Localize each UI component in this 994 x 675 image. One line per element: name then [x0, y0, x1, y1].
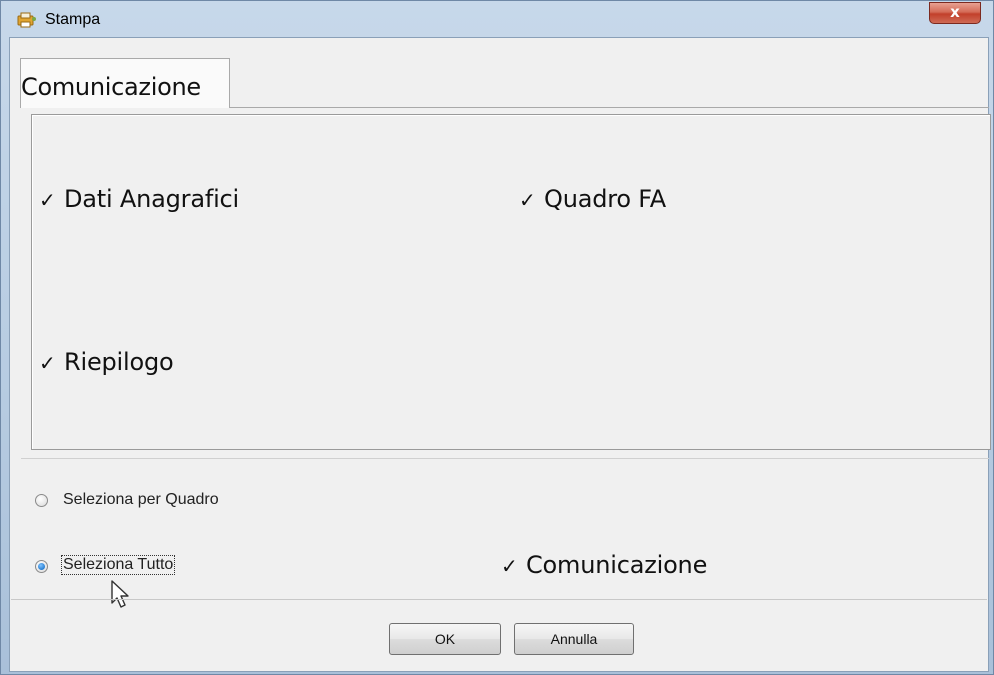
button-bar-divider	[11, 599, 987, 600]
mouse-cursor-icon	[111, 580, 129, 608]
checkbox-quadro-fa[interactable]: ✓ Quadro FA	[519, 185, 666, 213]
title-bar[interactable]: Stampa x	[1, 1, 994, 37]
check-icon: ✓	[39, 351, 56, 375]
checkbox-dati-anagrafici[interactable]: ✓ Dati Anagrafici	[39, 185, 239, 213]
checkbox-panel	[31, 114, 991, 450]
radio-seleziona-per-quadro-label: Seleziona per Quadro	[63, 491, 219, 508]
cancel-button[interactable]: Annulla	[514, 623, 634, 655]
close-button[interactable]: x	[929, 2, 981, 24]
app-icon	[17, 12, 36, 28]
checkbox-riepilogo-label: Riepilogo	[64, 348, 174, 376]
radio-button[interactable]	[35, 494, 48, 507]
checkbox-dati-anagrafici-label: Dati Anagrafici	[64, 185, 240, 213]
check-icon: ✓	[39, 188, 56, 212]
checkbox-comunicazione[interactable]: ✓ Comunicazione	[501, 551, 707, 579]
checkbox-comunicazione-label: Comunicazione	[526, 551, 708, 579]
tab-comunicazione-label: Comunicazione	[21, 73, 201, 101]
check-icon: ✓	[501, 554, 518, 578]
check-icon: ✓	[519, 188, 536, 212]
radio-seleziona-tutto-label: Seleziona Tutto	[60, 555, 176, 575]
ok-button[interactable]: OK	[389, 623, 501, 655]
checkbox-riepilogo[interactable]: ✓ Riepilogo	[39, 348, 174, 376]
close-icon: x	[950, 3, 960, 21]
section-divider	[21, 458, 989, 459]
checkbox-quadro-fa-label: Quadro FA	[544, 185, 666, 213]
window-title: Stampa	[45, 11, 101, 28]
print-dialog-window: Stampa x Comunicazione ✓ Dati Anagrafici …	[0, 0, 994, 675]
radio-button-selected[interactable]	[35, 560, 48, 573]
